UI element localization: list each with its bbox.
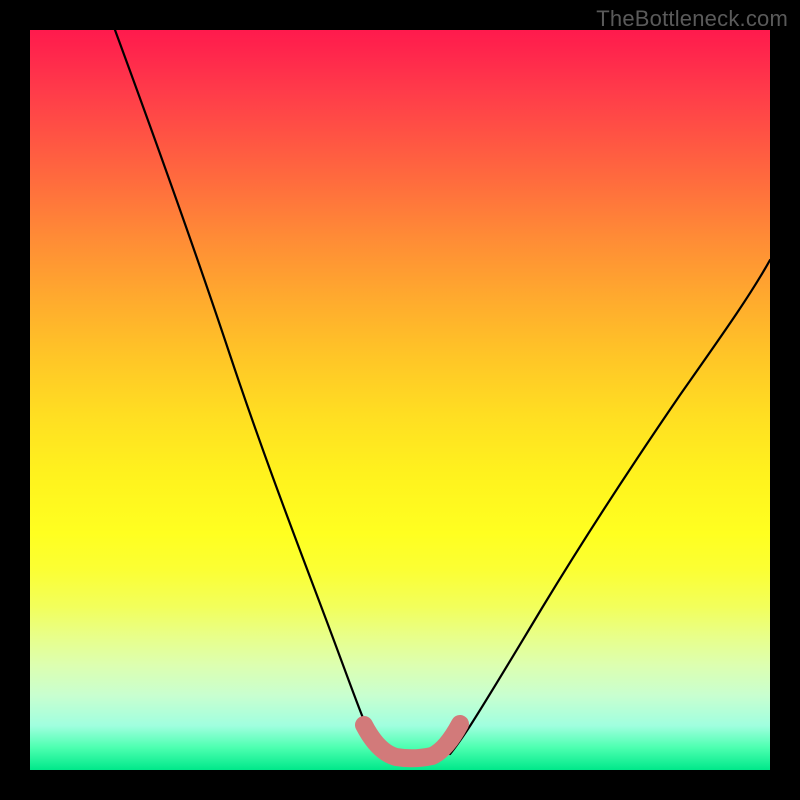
curve-valley-highlight [364, 724, 460, 758]
chart-frame: TheBottleneck.com [0, 0, 800, 800]
plot-area [30, 30, 770, 770]
watermark-text: TheBottleneck.com [596, 6, 788, 32]
curve-layer [30, 30, 770, 770]
curve-right-branch [450, 260, 770, 754]
curve-left-branch [115, 30, 380, 754]
